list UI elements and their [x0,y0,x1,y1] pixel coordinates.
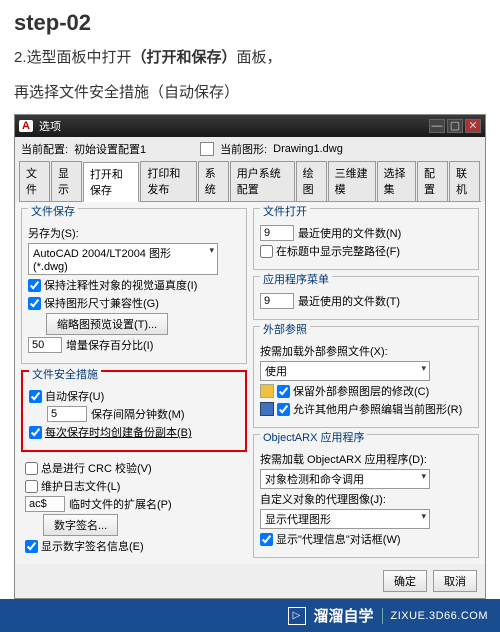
group-xref: 外部参照 按需加载外部参照文件(X): 使用 保留外部参照图层的修改(C) 允许… [253,326,479,428]
minimize-button[interactable]: — [429,119,445,133]
tab-1[interactable]: 显示 [51,161,82,201]
backup-copy-checkbox[interactable] [29,426,42,439]
ok-button[interactable]: 确定 [383,570,427,592]
tab-9[interactable]: 配置 [417,161,448,201]
save-as-label: 另存为(S): [28,225,79,241]
instruction-line-1: 2.选型面板中打开（打开和保存）面板， [14,44,486,71]
cancel-button[interactable]: 取消 [433,570,477,592]
tab-strip: 文件显示打开和保存打印和发布系统用户系统配置绘图三维建模选择集配置联机 [19,161,481,202]
thumbnail-settings-button[interactable]: 缩略图预览设置(T)... [46,313,168,335]
current-config-label: 当前配置: [21,141,68,157]
tab-6[interactable]: 绘图 [296,161,327,201]
save-format-combo[interactable]: AutoCAD 2004/LT2004 图形 (*.dwg) [28,243,218,275]
brand-url: ZIXUE.3D66.COM [391,610,488,622]
window-title: 选项 [39,118,61,134]
group-file-open: 文件打开 最近使用的文件数(N) 在标题中显示完整路径(F) [253,208,479,270]
size-compat-checkbox[interactable] [28,297,41,310]
crc-checkbox[interactable] [25,462,38,475]
current-drawing-label: 当前图形: [220,141,267,157]
current-config-value: 初始设置配置1 [74,141,194,157]
arx-demand-combo[interactable]: 对象检测和命令调用 [260,469,430,489]
group-app-menu: 应用程序菜单 最近使用的文件数(T) [253,276,479,320]
tab-10[interactable]: 联机 [449,161,480,201]
instruction-line-2: 再选择文件安全措施（自动保存） [14,79,486,106]
brand-name: 溜溜自学 [314,605,374,626]
step-title: step-02 [14,10,486,36]
autosave-interval-input[interactable] [47,406,87,422]
group-file-safety: 文件安全措施 自动保存(U) 保存间隔分钟数(M) 每次保存时均创建备份副本(B… [21,370,247,452]
annot-fidelity-checkbox[interactable] [28,279,41,292]
group-objectarx: ObjectARX 应用程序 按需加载 ObjectARX 应用程序(D): 对… [253,434,479,558]
tab-7[interactable]: 三维建模 [328,161,376,201]
fullpath-title-checkbox[interactable] [260,245,273,258]
tab-0[interactable]: 文件 [19,161,50,201]
drawing-icon [200,142,214,156]
temp-ext-input[interactable] [25,496,65,512]
group-file-save: 文件保存 另存为(S): AutoCAD 2004/LT2004 图形 (*.d… [21,208,247,364]
incremental-save-pct-input[interactable] [28,337,62,353]
recent-files-menu-input[interactable] [260,293,294,309]
proxy-image-combo[interactable]: 显示代理图形 [260,509,430,529]
allow-xref-edit-checkbox[interactable] [277,403,290,416]
maximize-button[interactable]: ▢ [447,119,463,133]
options-dialog: A 选项 — ▢ ✕ 当前配置: 初始设置配置1 当前图形: Drawing1.… [14,114,486,599]
xref-demand-combo[interactable]: 使用 [260,361,430,381]
show-proxy-dialog-checkbox[interactable] [260,533,273,546]
tab-2[interactable]: 打开和保存 [83,162,139,202]
retain-xref-changes-checkbox[interactable] [277,385,290,398]
close-button[interactable]: ✕ [465,119,481,133]
tab-5[interactable]: 用户系统配置 [230,161,295,201]
titlebar[interactable]: A 选项 — ▢ ✕ [15,115,485,137]
recent-files-open-input[interactable] [260,225,294,241]
app-icon: A [19,120,33,132]
tab-8[interactable]: 选择集 [377,161,416,201]
show-digsig-checkbox[interactable] [25,540,38,553]
play-icon: ▷ [288,607,306,625]
autosave-checkbox[interactable] [29,390,42,403]
branding-bar: ▷ 溜溜自学 ZIXUE.3D66.COM [0,599,500,632]
log-checkbox[interactable] [25,480,38,493]
tab-4[interactable]: 系统 [198,161,229,201]
digital-signature-button[interactable]: 数字签名... [43,514,118,536]
current-drawing-value: Drawing1.dwg [273,143,343,155]
tab-3[interactable]: 打印和发布 [140,161,196,201]
xref-icon-2 [260,402,274,416]
xref-icon-1 [260,384,274,398]
